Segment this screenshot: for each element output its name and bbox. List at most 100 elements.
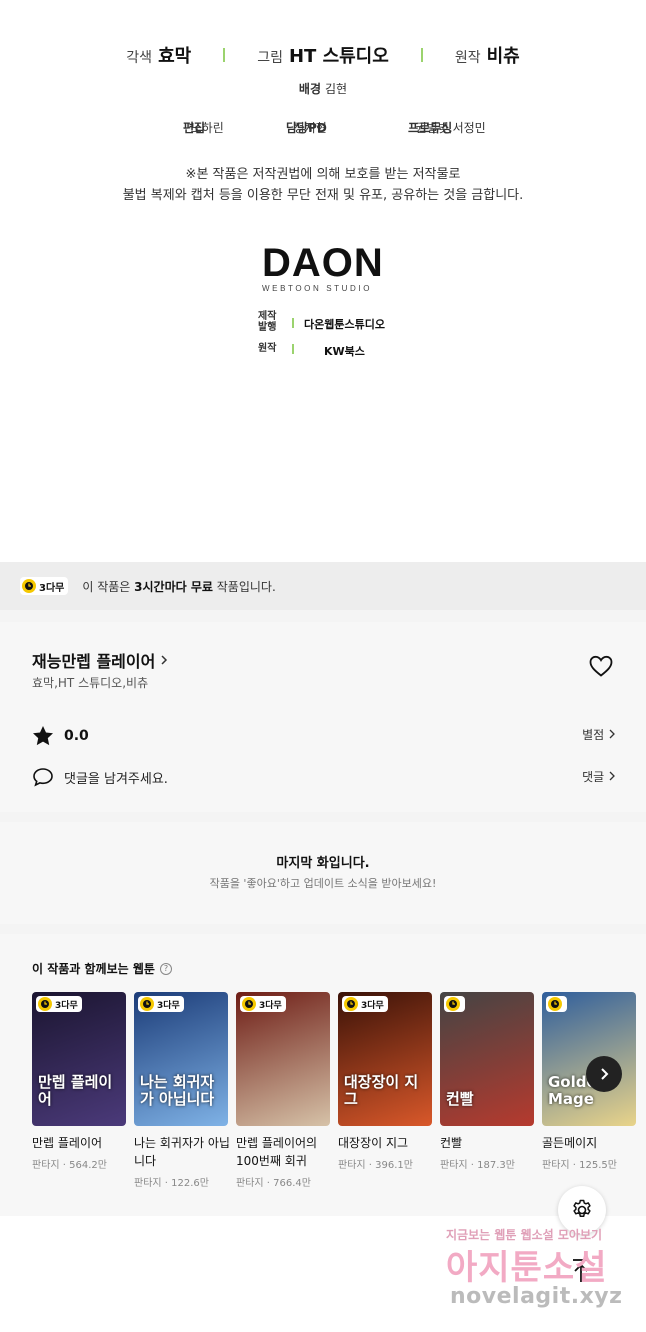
rate-link[interactable]: 별점 [560,726,616,743]
gear-icon [573,1199,591,1217]
publisher-key: 제작 발행 [258,311,277,333]
credit-adaptation: 각색 효막 [126,42,191,68]
webtoon-meta: 판타지 · 564.2만 [32,1156,126,1171]
meta-separator: · [467,1160,478,1171]
last-episode-subtitle: 작품을 '좋아요'하고 업데이트 소식을 받아보세요! [209,877,437,890]
copyright-notice: ※본 작품은 저작권법에 의해 보호를 받는 저작물로 불법 복제와 캡처 등을… [0,164,646,206]
wait-free-badge [444,996,465,1012]
comment-prompt: 댓글을 남겨주세요. [64,771,168,787]
chevron-right-icon [609,771,615,781]
chevron-right-icon [601,1068,609,1080]
badge-label: 3다무 [157,1000,180,1011]
webtoon-views: 187.3만 [477,1160,515,1171]
webtoon-genre: 판타지 [236,1178,264,1189]
rating-value: 0.0 [64,727,89,744]
webtoon-card[interactable]: 3다무나는 회귀자가 아닙니다 나는 회귀자가 아닙니다판타지 · 122.6만 [134,992,230,1189]
staff-editor: 편집 노하린 [183,119,224,136]
webtoon-cover: 3다무 [236,992,330,1126]
free-banner-text: 이 작품은 3시간마다 무료 작품입니다. [82,578,275,595]
free-text-suffix: 작품입니다. [212,579,276,594]
watermark-url: novelagit.xyz [450,1284,623,1309]
cover-title-art: 대장장이 지그 [344,1073,419,1108]
background-credit: 배경 김현 [0,80,646,97]
webtoon-cover: Golden Mage [542,992,636,1126]
wait-free-badge: 3다무 [138,996,184,1012]
webtoon-cover: 3다무 만렙 플레이어 [32,992,126,1126]
staff-role: 편집 [183,121,206,135]
credit-name: HT 스튜디오 [288,46,389,67]
credit-role: 배경 [298,82,321,96]
badge-label: 3다무 [39,582,65,594]
credit-art: 그림 HT 스튜디오 [257,42,389,68]
staff-role: 프로듀싱 [408,121,453,135]
webtoon-title: 만렙 플레이어 [32,1136,103,1150]
staff-producing: 프로듀싱 권별빛,서정민 [408,119,486,136]
logo-wordmark: DAON [262,241,384,285]
webtoon-title: 골든메이지 [542,1136,598,1150]
wait-free-badge: 3다무 [20,577,69,595]
webtoon-views: 125.5만 [579,1160,617,1171]
help-icon[interactable]: ? [159,962,172,975]
webtoon-cover: 3다무나는 회귀자가 아닙니다 [134,992,228,1126]
carousel-next-button[interactable] [586,1056,622,1092]
credit-name: 비츄 [486,46,520,67]
studio-logo: DAON WEBTOON STUDIO [262,243,384,293]
meta-separator: · [161,1178,172,1189]
publisher-divider [292,318,294,328]
star-icon [33,726,53,746]
original-divider [292,344,294,354]
clock-icon [548,997,562,1011]
work-title-link[interactable]: 재능만렙 플레이어 [32,648,169,672]
webtoon-meta: 판타지 · 122.6만 [134,1174,228,1189]
comment-link[interactable]: 댓글 [560,768,616,785]
recommendations-title: 이 작품과 함께보는 웹툰 [32,962,155,976]
credit-role: 원작 [454,50,481,66]
webtoon-meta: 판타지 · 396.1만 [338,1156,432,1171]
cover-title-art: 나는 회귀자가 아닙니다 [140,1073,215,1108]
webtoon-meta: 판타지 · 187.3만 [440,1156,534,1171]
meta-separator: · [365,1160,376,1171]
wait-free-badge: 3다무 [342,996,388,1012]
comment-link-label: 댓글 [582,770,605,784]
heart-outline-icon[interactable] [588,654,614,678]
webtoon-meta: 판타지 · 766.4만 [236,1174,330,1189]
work-authors: 효막,HT 스튜디오,비츄 [32,676,149,690]
webtoon-card[interactable]: 3다무만렙 플레이어의 100번째 회귀판타지 · 766.4만 [236,992,330,1189]
webtoon-cover: 3다무대장장이 지그 [338,992,432,1126]
logo-tagline: WEBTOON STUDIO [262,284,373,293]
webtoon-title: 만렙 플레이어의 100번째 회귀 [236,1136,318,1168]
work-title: 재능만렙 플레이어 [32,652,156,671]
watermark-brand: 아지툰소설 [446,1248,608,1288]
credit-name: 김현 [325,82,348,96]
meta-separator: · [263,1178,274,1189]
comment-prompt-row[interactable]: 댓글을 남겨주세요. [32,767,168,787]
meta-separator: · [569,1160,580,1171]
notice-line: 불법 복제와 캡처 등을 이용한 무단 전재 및 유포, 공유하는 것을 금합니… [122,188,524,203]
webtoon-meta: 판타지 · 125.5만 [542,1156,636,1171]
speech-bubble-icon [33,768,53,787]
webtoon-views: 564.2만 [69,1160,107,1171]
cover-title-art: 컨빨 [446,1090,474,1108]
credit-role: 그림 [257,50,283,66]
wait-free-badge: 3다무 [36,996,82,1012]
webtoon-views: 122.6만 [171,1178,209,1189]
webtoon-card[interactable]: 3다무 만렙 플레이어만렙 플레이어판타지 · 564.2만 [32,992,126,1171]
free-every-3h-banner: 3다무 이 작품은 3시간마다 무료 작품입니다. [0,562,646,610]
credit-name: 효막 [158,46,192,67]
credits-panel: 각색 효막 그림 HT 스튜디오 원작 비츄 배경 김현 편집 노하린 담당PD … [0,0,646,562]
webtoon-cover: 컨빨 [440,992,534,1126]
free-text-prefix: 이 작품은 [82,579,135,594]
webtoon-card[interactable]: 3다무대장장이 지그 대장장이 지그판타지 · 396.1만 [338,992,432,1171]
credit-original: 원작 비츄 [455,42,520,68]
clock-icon [38,997,52,1011]
notice-line: ※본 작품은 저작권법에 의해 보호를 받는 저작물로 [185,167,461,182]
rating-row: 0.0 [32,725,89,746]
work-info: 재능만렙 플레이어 효막,HT 스튜디오,비츄 0.0 별점 댓글을 남겨주세요… [0,622,646,812]
publisher-value: 다온웹툰스튜디오 [304,318,385,331]
badge-label: 3다무 [259,1000,282,1011]
webtoon-genre: 판타지 [32,1160,60,1171]
rate-link-label: 별점 [582,728,605,742]
webtoon-card[interactable]: 컨빨 컨빨 판타지 · 187.3만 [440,992,534,1171]
free-text-bold: 3시간마다 무료 [134,579,213,594]
last-episode-title: 마지막 화입니다. [276,856,370,871]
